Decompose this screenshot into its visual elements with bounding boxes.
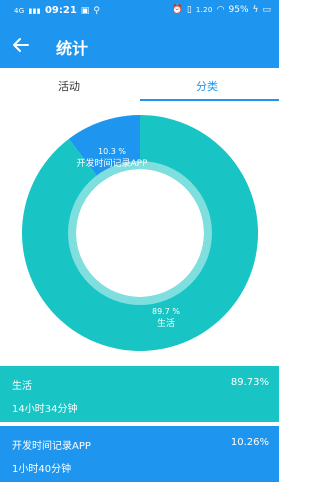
donut-chart: 10.3 %开发时间记录APP 89.7 %生活 (22, 115, 259, 351)
battery-percent: 95% (228, 5, 249, 15)
signal-label: 4G (14, 6, 25, 15)
tab-activity[interactable]: 活动 (58, 78, 80, 94)
speed-label: 1.20 (195, 6, 213, 14)
toolbar: 统计 (0, 22, 279, 68)
notification-icon: ▣ (80, 5, 90, 16)
status-time: 09:21 (44, 5, 77, 16)
back-arrow-icon[interactable] (10, 34, 32, 56)
vibrate-icon: ▯ (186, 5, 192, 15)
usb-icon: ⚲ (93, 5, 100, 16)
slice-percent-label: 89.7 % (152, 307, 180, 316)
category-name: 开发时间记录APP (12, 441, 91, 452)
category-name: 生活 (12, 381, 32, 392)
tab-bar: 活动 分类 (0, 68, 279, 102)
wifi-icon: ◠ (216, 5, 225, 15)
list-item[interactable]: 生活 89.73% 14小时34分钟 (0, 366, 279, 422)
category-percent: 89.73% (230, 377, 269, 388)
category-duration: 1小时40分钟 (12, 464, 72, 475)
status-bar: 4G ▮▮▮ 09:21 ▣ ⚲ ⏰ ▯ 1.20 ◠ 95% ϟ ▭ (0, 0, 279, 22)
pie-slice[interactable] (22, 115, 259, 351)
slice-name-label: 开发时间记录APP (76, 157, 148, 169)
category-percent: 10.26% (230, 437, 269, 448)
tab-category[interactable]: 分类 (196, 78, 218, 94)
slice-name-label: 生活 (157, 317, 175, 329)
alarm-icon: ⏰ (171, 5, 183, 15)
category-duration: 14小时34分钟 (12, 404, 78, 415)
charging-icon: ϟ (252, 5, 259, 15)
tab-indicator (140, 99, 279, 101)
battery-icon: ▭ (262, 5, 271, 15)
signal-bars-icon: ▮▮▮ (28, 6, 41, 15)
slice-percent-label: 10.3 % (98, 147, 126, 156)
category-list: 生活 89.73% 14小时34分钟开发时间记录APP 10.26% 1小时40分钟 (0, 366, 279, 482)
donut-inner-ring (68, 161, 212, 305)
page-title: 统计 (56, 39, 89, 58)
list-item[interactable]: 开发时间记录APP 10.26% 1小时40分钟 (0, 426, 279, 482)
